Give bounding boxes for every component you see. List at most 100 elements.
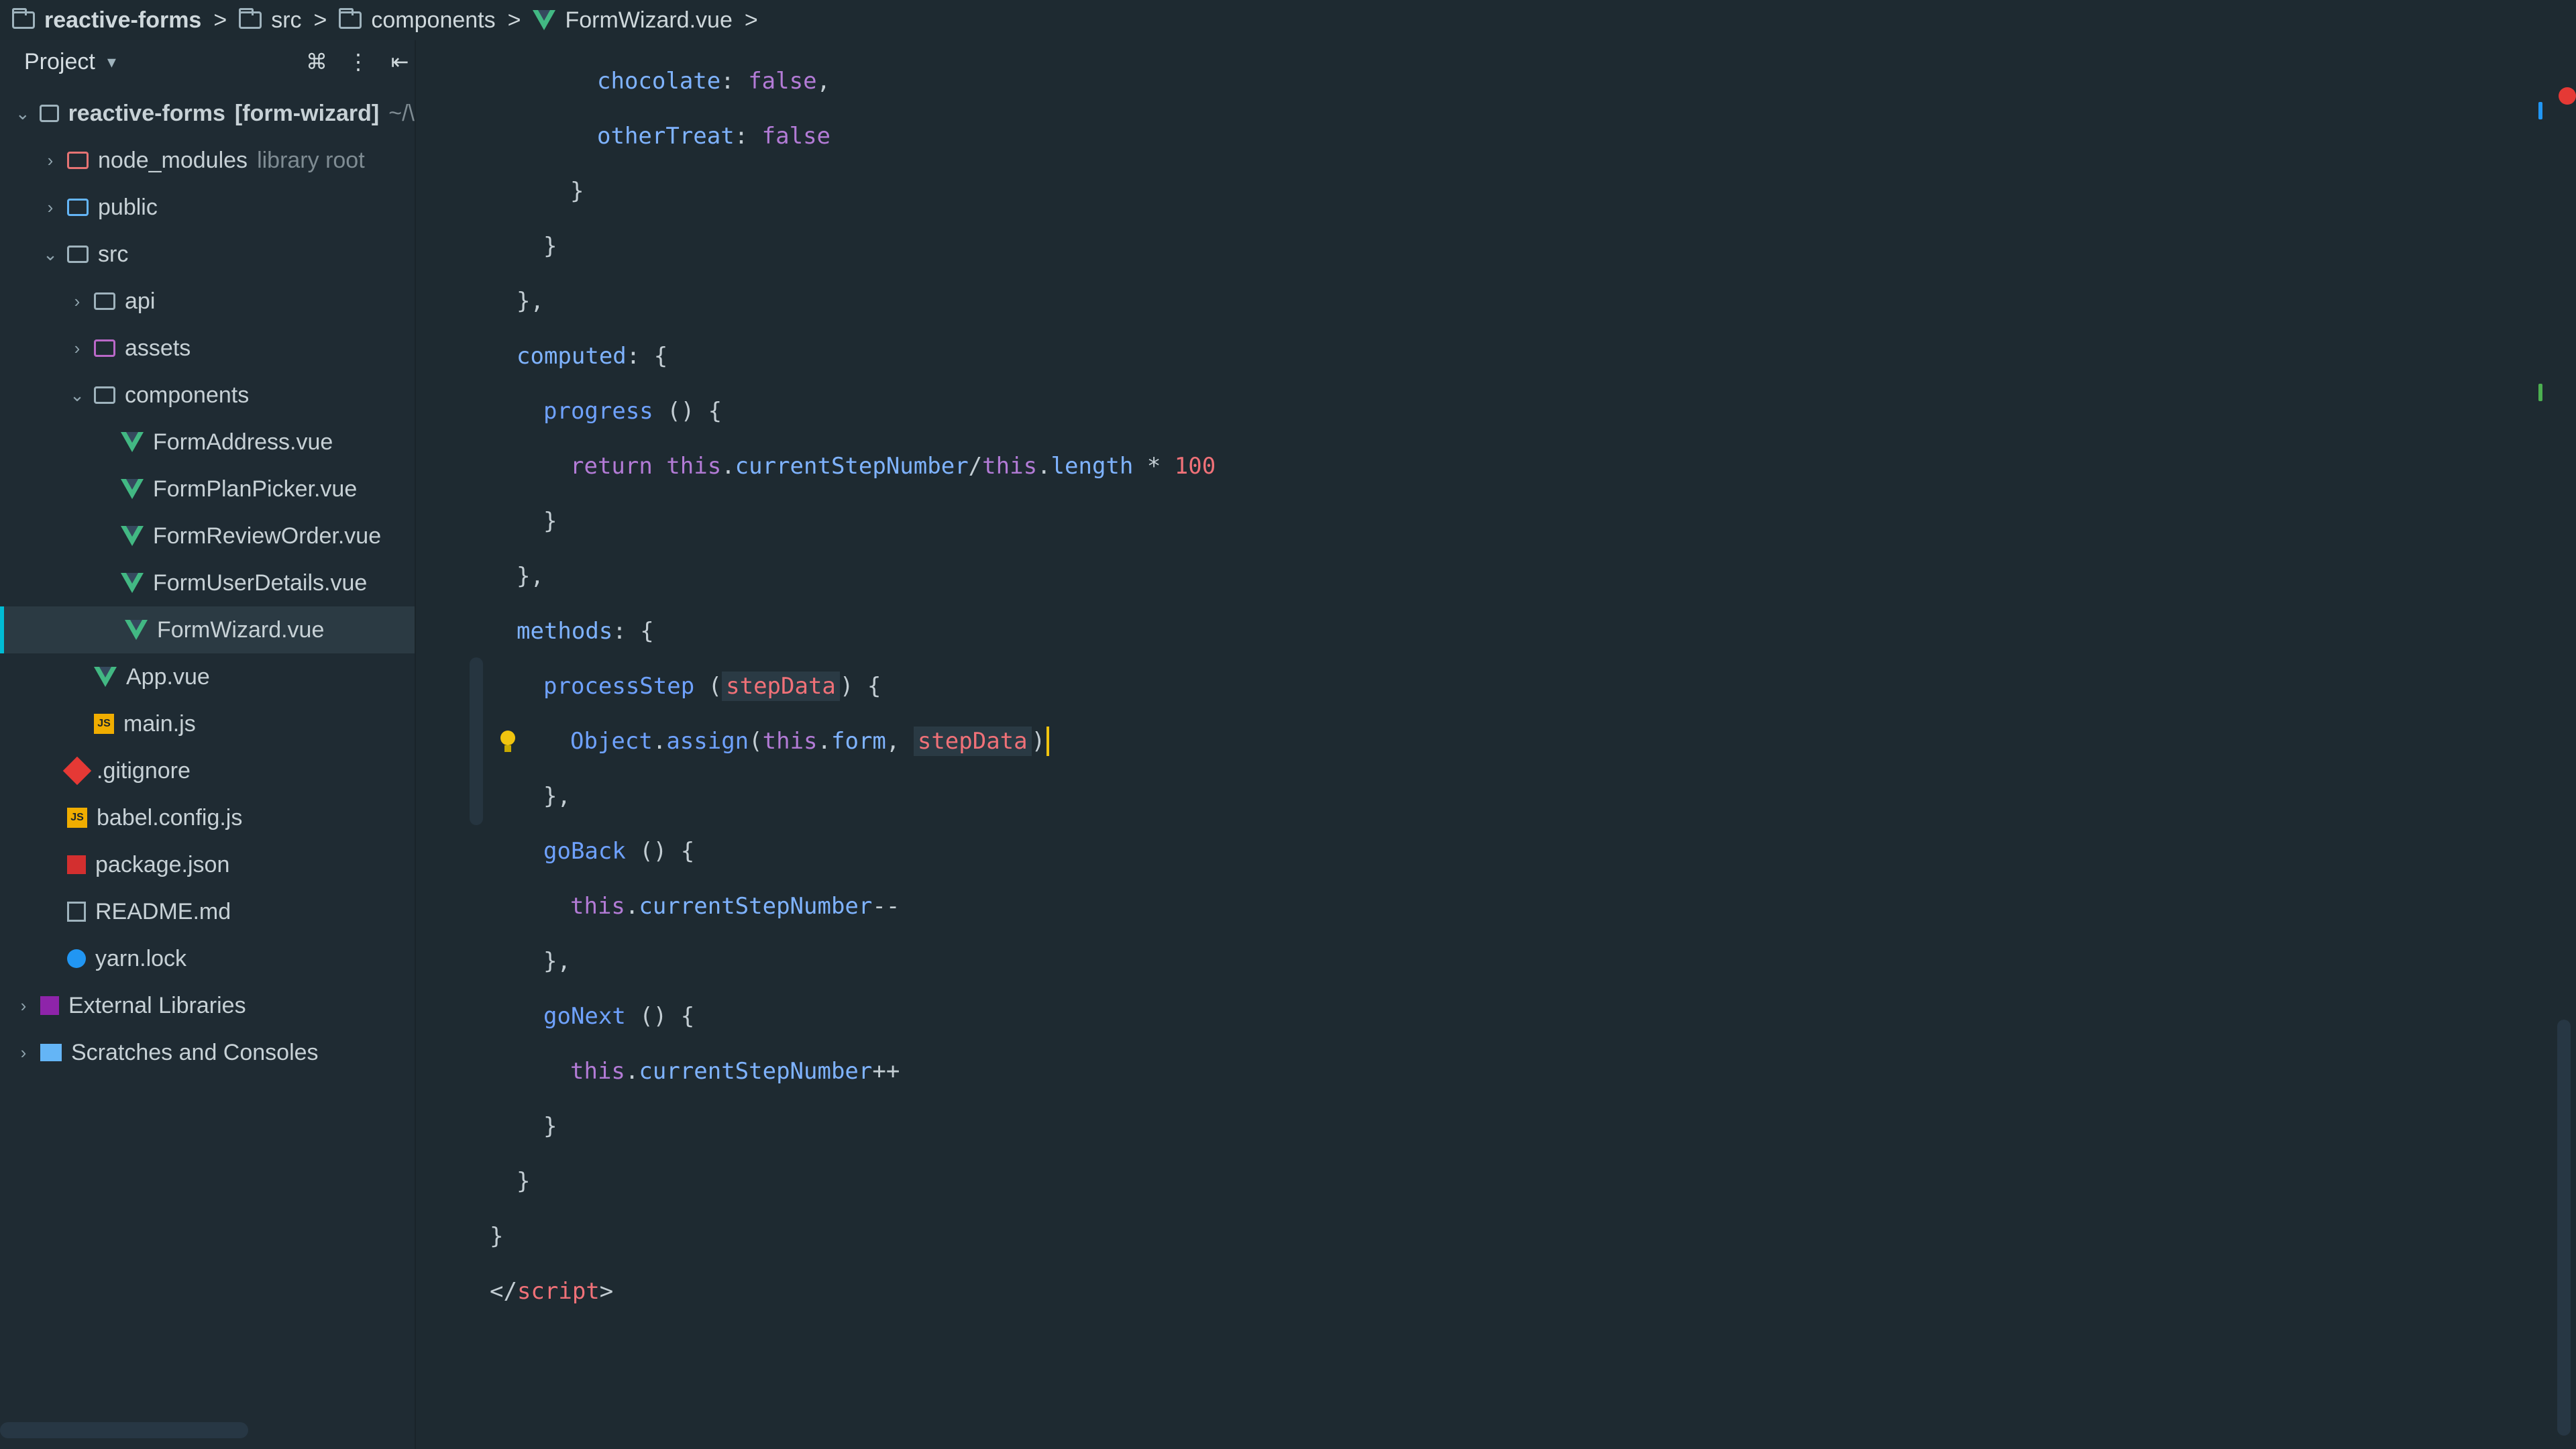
code-token: ++ bbox=[872, 1058, 900, 1085]
hide-panel-icon[interactable]: ⇤ bbox=[385, 47, 415, 76]
code-token: ( bbox=[749, 728, 763, 755]
code-line[interactable]: } bbox=[570, 164, 584, 219]
tree-item[interactable]: .gitignore bbox=[0, 747, 415, 794]
editor-scrollbar[interactable] bbox=[2557, 1020, 2571, 1436]
lightbulb-icon[interactable] bbox=[495, 728, 522, 755]
breadcrumb-src-label: src bbox=[271, 7, 302, 33]
tree-item[interactable]: FormReviewOrder.vue bbox=[0, 513, 415, 559]
tree-item[interactable]: › public bbox=[0, 184, 415, 231]
tree-expand-icon[interactable]: › bbox=[43, 197, 58, 218]
code-token: } bbox=[543, 233, 557, 260]
error-indicator-icon[interactable] bbox=[2559, 87, 2576, 105]
tree-expand-icon[interactable]: › bbox=[16, 996, 31, 1016]
code-line[interactable]: } bbox=[517, 1154, 530, 1209]
chevron-down-icon[interactable]: ▾ bbox=[107, 52, 116, 72]
code-line[interactable]: return this. currentStepNumber / this. lengt… bbox=[570, 439, 1216, 494]
tree-item[interactable]: ⌄ components bbox=[0, 372, 415, 419]
project-title[interactable]: Project bbox=[24, 49, 95, 75]
code-line[interactable]: }, bbox=[543, 934, 571, 989]
text-cursor bbox=[1046, 727, 1050, 756]
change-marker[interactable] bbox=[2538, 102, 2542, 119]
tree-item-label: assets bbox=[125, 335, 191, 361]
tree-expand-icon[interactable]: ⌄ bbox=[15, 103, 30, 124]
collapse-all-button[interactable]: ⌘ bbox=[302, 47, 331, 76]
more-options-icon[interactable]: ⋮ bbox=[343, 47, 373, 76]
tree-item[interactable]: › node_modules library root bbox=[0, 137, 415, 184]
tree-item[interactable]: ⌄ src bbox=[0, 231, 415, 278]
tree-item[interactable]: › External Libraries bbox=[0, 982, 415, 1029]
code-token: }, bbox=[543, 948, 571, 975]
code-token: assign bbox=[666, 728, 749, 755]
code-token: , bbox=[816, 68, 831, 95]
tree-item[interactable]: JS babel.config.js bbox=[0, 794, 415, 841]
tree-item[interactable]: App.vue bbox=[0, 653, 415, 700]
tree-item[interactable]: README.md bbox=[0, 888, 415, 935]
tree-item-label: Scratches and Consoles bbox=[71, 1039, 319, 1065]
tree-item[interactable]: › assets bbox=[0, 325, 415, 372]
tree-item[interactable]: FormUserDetails.vue bbox=[0, 559, 415, 606]
code-token: this bbox=[570, 1058, 625, 1085]
code-token: , bbox=[885, 728, 914, 755]
tree-item[interactable]: › Scratches and Consoles bbox=[0, 1029, 415, 1076]
tree-item[interactable]: package.json bbox=[0, 841, 415, 888]
code-line[interactable]: }, bbox=[543, 769, 571, 824]
fold-gutter bbox=[470, 657, 483, 825]
code-line[interactable]: otherTreat: false bbox=[597, 109, 830, 164]
tree-expand-icon[interactable]: › bbox=[43, 150, 58, 171]
project-tree: ⌄ reactive-forms [form-wizard] ~/\ › node_mod… bbox=[0, 90, 415, 1076]
code-token: Object bbox=[570, 728, 653, 755]
tree-item[interactable]: FormAddress.vue bbox=[0, 419, 415, 466]
code-token: : { bbox=[626, 343, 668, 370]
tree-item[interactable]: yarn.lock bbox=[0, 935, 415, 982]
breadcrumb-root[interactable]: reactive-forms bbox=[12, 7, 201, 34]
code-line[interactable]: Object. assign(this. form, stepData) bbox=[570, 714, 1050, 769]
js-file-icon: JS bbox=[94, 714, 114, 734]
code-line[interactable]: computed: { bbox=[517, 329, 667, 384]
vue-file-icon bbox=[121, 526, 144, 546]
code-line[interactable]: }, bbox=[517, 274, 544, 329]
code-line[interactable]: processStep (stepData) { bbox=[543, 659, 881, 714]
tree-expand-icon[interactable]: ⌄ bbox=[43, 244, 58, 265]
tree-item[interactable]: FormPlanPicker.vue bbox=[0, 466, 415, 513]
breadcrumb-components[interactable]: components bbox=[339, 7, 496, 34]
code-line[interactable]: chocolate: false, bbox=[597, 54, 830, 109]
tree-expand-icon[interactable]: › bbox=[70, 338, 85, 359]
tree-item[interactable]: JS main.js bbox=[0, 700, 415, 747]
change-marker[interactable] bbox=[2538, 384, 2542, 401]
code-token: currentStepNumber bbox=[639, 1058, 873, 1085]
code-line[interactable]: methods: { bbox=[517, 604, 654, 659]
vue-file-icon bbox=[533, 10, 556, 30]
folder-icon bbox=[94, 292, 115, 310]
code-line[interactable]: goBack () { bbox=[543, 824, 694, 879]
code-token: } bbox=[517, 1168, 531, 1195]
folder-icon bbox=[67, 246, 89, 263]
code-line[interactable]: </script > bbox=[490, 1264, 613, 1319]
tree-item[interactable]: ⌄ reactive-forms [form-wizard] ~/\ bbox=[0, 90, 415, 137]
tree-expand-icon[interactable]: › bbox=[70, 291, 85, 312]
code-token: . bbox=[625, 893, 639, 920]
code-token: / bbox=[968, 453, 983, 480]
tree-item[interactable]: › api bbox=[0, 278, 415, 325]
code-line[interactable]: } bbox=[543, 219, 557, 274]
code-token: stepData bbox=[913, 727, 1032, 756]
code-line[interactable]: progress () { bbox=[543, 384, 722, 439]
tree-expand-icon[interactable]: › bbox=[16, 1042, 31, 1063]
code-token: this bbox=[666, 453, 722, 480]
breadcrumb-file[interactable]: FormWizard.vue bbox=[533, 7, 733, 34]
code-line[interactable]: this. currentStepNumber -- bbox=[570, 879, 900, 934]
tree-expand-icon[interactable]: ⌄ bbox=[70, 385, 85, 406]
tree-item-label: package.json bbox=[95, 851, 230, 877]
code-line[interactable]: this. currentStepNumber ++ bbox=[570, 1044, 900, 1099]
code-editor[interactable]: chocolate: false, otherTreat: false}}}, co… bbox=[416, 40, 2576, 1449]
code-line[interactable]: } bbox=[543, 1099, 557, 1154]
code-line[interactable]: } bbox=[543, 494, 557, 549]
code-line[interactable]: } bbox=[490, 1209, 503, 1264]
library-folder-icon bbox=[67, 152, 89, 169]
tree-item-label: public bbox=[98, 194, 158, 220]
code-line[interactable]: }, bbox=[517, 549, 544, 604]
breadcrumb-src[interactable]: src bbox=[239, 7, 302, 34]
tree-item[interactable]: FormWizard.vue bbox=[0, 606, 415, 653]
code-token: this bbox=[982, 453, 1038, 480]
sidebar-scrollbar[interactable] bbox=[0, 1422, 248, 1438]
code-line[interactable]: goNext () { bbox=[543, 989, 694, 1044]
